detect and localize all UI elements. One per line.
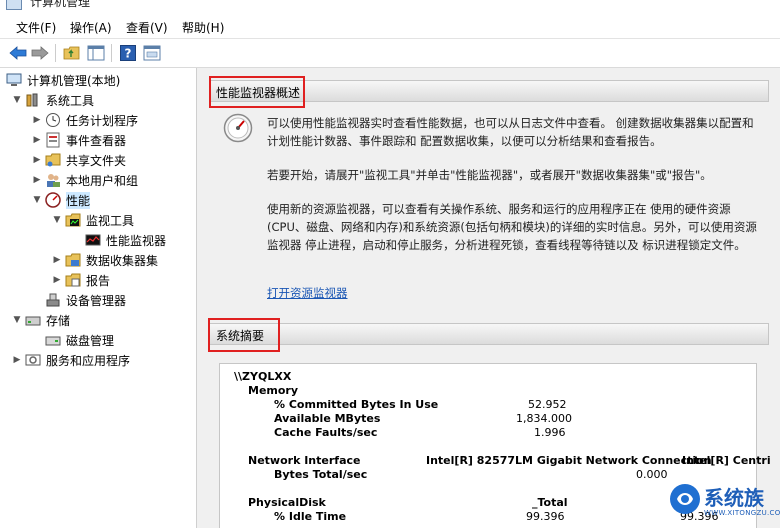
menu-action[interactable]: 操作(A) xyxy=(70,19,112,36)
highlight-box xyxy=(208,318,280,352)
tree-item-performance-monitor[interactable]: 性能监视器 xyxy=(85,230,166,250)
counter-cache-faults: Cache Faults/sec xyxy=(274,426,378,439)
tree-item-reports[interactable]: ▶ 报告 xyxy=(52,270,110,290)
tree-item-storage[interactable]: ▼ 存储 xyxy=(12,310,70,330)
window-title: 计算机管理 xyxy=(30,0,91,9)
idle-time-value: 99.396 xyxy=(526,510,565,523)
navigation-tree: 计算机管理(本地) ▼ 系统工具 ▶ 任务计划程序 ▶ 事件查看器 ▶ 共享文件… xyxy=(0,68,197,528)
summary-section-header[interactable]: 系统摘要 xyxy=(209,323,769,345)
memory-label: Memory xyxy=(248,384,299,397)
tree-item-local-users[interactable]: ▶ 本地用户和组 xyxy=(32,170,138,190)
bytes-total-value-2: 0.000 xyxy=(636,468,668,481)
chevron-right-icon[interactable]: ▶ xyxy=(12,355,22,365)
forward-icon[interactable] xyxy=(30,43,50,63)
chevron-right-icon[interactable]: ▶ xyxy=(32,155,42,165)
tree-item-performance[interactable]: ▼ 性能 xyxy=(32,190,91,210)
tree-item-services-apps[interactable]: ▶ 服务和应用程序 xyxy=(12,350,130,370)
computer-icon xyxy=(6,72,22,88)
content-pane: 性能监视器概述 可以使用性能监视器实时查看性能数据，也可以从日志文件中查看。 创… xyxy=(203,68,780,528)
counter-idle-time: % Idle Time xyxy=(274,510,347,523)
overview-panel: 可以使用性能监视器实时查看性能数据，也可以从日志文件中查看。 创建数据收集器集以… xyxy=(209,108,769,306)
tree-item-task-scheduler[interactable]: ▶ 任务计划程序 xyxy=(32,110,138,130)
window-titlebar: 计算机管理 xyxy=(0,0,780,14)
counter-available-mbytes: Available MBytes xyxy=(274,412,381,425)
shared-folder-icon xyxy=(45,152,61,168)
watermark-url: WWW.XITONGZU.COM xyxy=(704,509,780,517)
services-icon xyxy=(25,352,41,368)
menu-bar: 文件(F) 操作(A) 查看(V) 帮助(H) xyxy=(0,14,780,39)
data-collector-icon xyxy=(65,252,81,268)
overview-paragraph-2: 若要开始，请展开"监视工具"并单击"性能监视器"，或者展开"数据收集器集"或"报… xyxy=(267,168,712,182)
cache-faults-value: 1.996 xyxy=(534,426,566,439)
performance-gauge-icon xyxy=(223,113,253,143)
counter-committed-bytes: % Committed Bytes In Use xyxy=(274,398,439,411)
computer-management-icon xyxy=(6,0,22,10)
chevron-right-icon[interactable]: ▶ xyxy=(32,135,42,145)
tree-item-device-manager[interactable]: 设备管理器 xyxy=(45,290,126,310)
chevron-right-icon[interactable]: ▶ xyxy=(32,115,42,125)
available-mbytes-value: 1,834.000 xyxy=(516,412,572,425)
performance-monitor-icon xyxy=(85,232,101,248)
tree-item-system-tools[interactable]: ▼ 系统工具 xyxy=(12,90,94,110)
svg-text:?: ? xyxy=(125,47,132,61)
clock-icon xyxy=(45,112,61,128)
tools-icon xyxy=(25,92,41,108)
folder-chart-icon xyxy=(65,212,81,228)
committed-bytes-value: 52.952 xyxy=(528,398,567,411)
performance-icon xyxy=(45,192,61,208)
chevron-down-icon[interactable]: ▼ xyxy=(12,315,22,325)
users-icon xyxy=(45,172,61,188)
chevron-right-icon[interactable]: ▶ xyxy=(32,175,42,185)
chevron-right-icon[interactable]: ▶ xyxy=(52,255,62,265)
counter-bytes-total: Bytes Total/sec xyxy=(274,468,368,481)
tree-item-monitoring-tools[interactable]: ▼ 监视工具 xyxy=(52,210,134,230)
nic-column-1: Intel[R] 82577LM Gigabit Network Connect… xyxy=(426,454,712,467)
open-resource-monitor-link[interactable]: 打开资源监视器 xyxy=(267,284,348,302)
device-manager-icon xyxy=(45,292,61,308)
storage-icon xyxy=(25,312,41,328)
menu-view[interactable]: 查看(V) xyxy=(126,19,168,36)
console-icon[interactable] xyxy=(142,43,162,63)
watermark-text: 系统族 xyxy=(704,486,764,510)
tree-item-computer-management[interactable]: 计算机管理(本地) xyxy=(6,70,120,90)
network-interface-label: Network Interface xyxy=(248,454,361,467)
tree-item-event-viewer[interactable]: ▶ 事件查看器 xyxy=(32,130,126,150)
disk-icon xyxy=(45,332,61,348)
chevron-down-icon[interactable]: ▼ xyxy=(52,215,62,225)
chevron-right-icon[interactable]: ▶ xyxy=(52,275,62,285)
show-hide-tree-icon[interactable] xyxy=(86,43,106,63)
up-folder-icon[interactable] xyxy=(62,43,82,63)
chevron-down-icon[interactable]: ▼ xyxy=(32,195,42,205)
nic-column-2: Intel[R] Centri xyxy=(682,454,771,467)
watermark-logo: 系统族 WWW.XITONGZU.COM xyxy=(668,482,780,522)
toolbar: ? xyxy=(0,39,780,68)
chevron-down-icon[interactable]: ▼ xyxy=(12,95,22,105)
reports-icon xyxy=(65,272,81,288)
help-icon[interactable]: ? xyxy=(118,43,138,63)
physical-disk-label: PhysicalDisk xyxy=(248,496,326,509)
tree-item-data-collector-sets[interactable]: ▶ 数据收集器集 xyxy=(52,250,158,270)
menu-file[interactable]: 文件(F) xyxy=(16,19,56,36)
overview-paragraph-3: 使用新的资源监视器，可以查看有关操作系统、服务和运行的应用程序正在 使用的硬件资… xyxy=(267,202,757,252)
highlight-box xyxy=(209,76,305,108)
host-name: \\ZYQLXX xyxy=(234,370,292,383)
tree-item-disk-management[interactable]: 磁盘管理 xyxy=(45,330,114,350)
disk-total-column: _Total xyxy=(532,496,568,509)
tree-item-shared-folders[interactable]: ▶ 共享文件夹 xyxy=(32,150,126,170)
menu-help[interactable]: 帮助(H) xyxy=(182,19,224,36)
overview-paragraph-1: 可以使用性能监视器实时查看性能数据，也可以从日志文件中查看。 创建数据收集器集以… xyxy=(267,116,754,148)
event-viewer-icon xyxy=(45,132,61,148)
back-icon[interactable] xyxy=(8,43,28,63)
